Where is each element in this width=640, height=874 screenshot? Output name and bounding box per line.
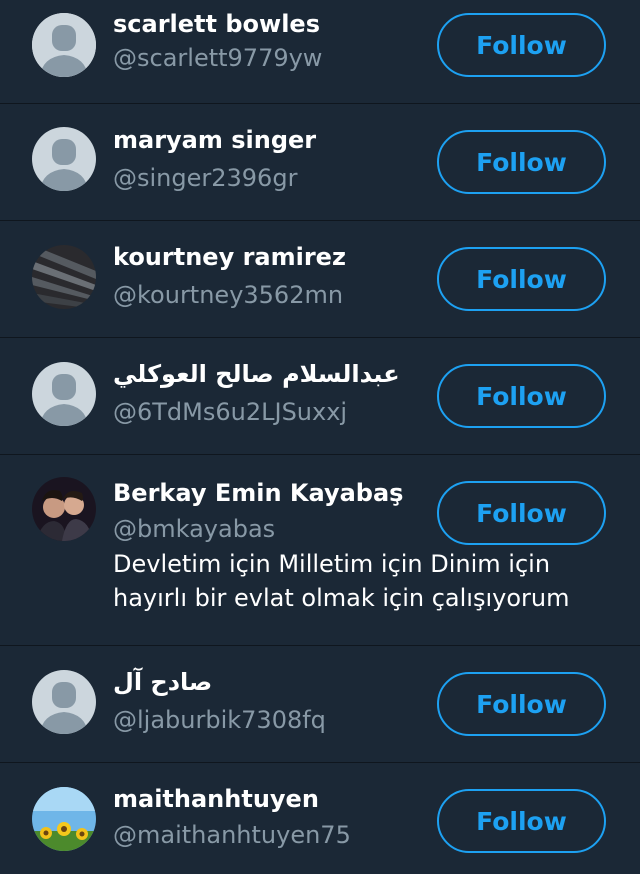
user-name[interactable]: صادح آل xyxy=(113,668,212,696)
bio-line: Devletim için Milletim için Dinim için xyxy=(113,550,551,578)
follow-button[interactable]: Follow xyxy=(437,364,606,428)
user-name[interactable]: kourtney ramirez xyxy=(113,243,346,271)
user-handle: @singer2396gr xyxy=(113,164,298,192)
user-name[interactable]: Berkay Emin Kayabaş xyxy=(113,479,403,507)
follow-button[interactable]: Follow xyxy=(437,13,606,77)
user-name[interactable]: عبدالسلام صالح العوكلي xyxy=(113,360,400,388)
bio-line: hayırlı bir evlat olmak için çalışıyorum xyxy=(113,584,570,612)
user-row[interactable]: maithanhtuyen @maithanhtuyen75 Follow xyxy=(0,763,640,874)
photo-avatar-icon[interactable] xyxy=(32,477,96,541)
follow-button[interactable]: Follow xyxy=(437,130,606,194)
user-handle: @scarlett9779yw xyxy=(113,44,323,72)
user-handle: @6TdMs6u2LJSuxxj xyxy=(113,398,348,426)
default-avatar-icon[interactable] xyxy=(32,127,96,191)
sunflower-avatar-icon[interactable] xyxy=(32,787,96,851)
default-avatar-icon[interactable] xyxy=(32,13,96,77)
user-row[interactable]: maryam singer @singer2396gr Follow xyxy=(0,104,640,221)
user-name[interactable]: maithanhtuyen xyxy=(113,785,319,813)
user-list: scarlett bowles @scarlett9779yw Follow m… xyxy=(0,0,640,874)
user-row[interactable]: عبدالسلام صالح العوكلي @6TdMs6u2LJSuxxj … xyxy=(0,338,640,455)
follow-button[interactable]: Follow xyxy=(437,789,606,853)
user-handle: @kourtney3562mn xyxy=(113,281,344,309)
user-handle: @ljaburbik7308fq xyxy=(113,706,326,734)
follow-button[interactable]: Follow xyxy=(437,481,606,545)
striped-avatar-icon[interactable] xyxy=(32,245,96,309)
user-row[interactable]: Berkay Emin Kayabaş @bmkayabas Devletim … xyxy=(0,455,640,646)
follow-button[interactable]: Follow xyxy=(437,247,606,311)
default-avatar-icon[interactable] xyxy=(32,670,96,734)
user-bio: Devletim için Milletim için Dinim için h… xyxy=(113,547,603,615)
follow-button[interactable]: Follow xyxy=(437,672,606,736)
default-avatar-icon[interactable] xyxy=(32,362,96,426)
user-row[interactable]: صادح آل @ljaburbik7308fq Follow xyxy=(0,646,640,763)
user-name[interactable]: scarlett bowles xyxy=(113,10,320,38)
user-row[interactable]: kourtney ramirez @kourtney3562mn Follow xyxy=(0,221,640,338)
user-name[interactable]: maryam singer xyxy=(113,126,316,154)
user-row[interactable]: scarlett bowles @scarlett9779yw Follow xyxy=(0,0,640,104)
user-handle: @maithanhtuyen75 xyxy=(113,821,351,849)
user-handle: @bmkayabas xyxy=(113,515,276,543)
